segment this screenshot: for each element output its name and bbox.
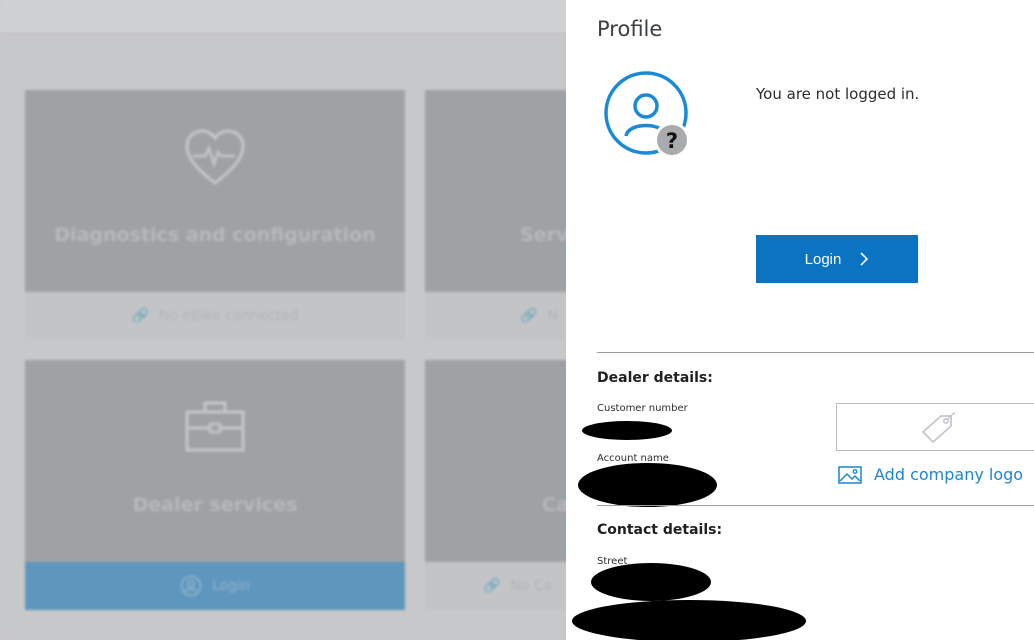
profile-panel: Profile ? You are not logged in. Login D… [566, 0, 1034, 640]
section-divider [597, 352, 1034, 353]
customer-number-label: Customer number [597, 403, 688, 414]
section-divider [597, 505, 1034, 506]
tile-dealer-services: Dealer services [25, 360, 405, 562]
heart-pulse-icon [185, 129, 245, 185]
tile-label: Dealer services [132, 494, 298, 516]
add-company-logo-label: Add company logo [874, 465, 1024, 484]
user-icon [180, 575, 202, 597]
svg-text:?: ? [666, 129, 678, 153]
tile-footer-status: 🔗 No eBike connected [25, 292, 405, 340]
login-button-label: Login [804, 250, 842, 268]
tile-footer-text: No Ca [510, 578, 553, 594]
image-icon [838, 465, 862, 484]
redacted-customer-number [582, 421, 672, 440]
brand-tag-icon [921, 412, 955, 443]
link-icon: 🔗 [131, 308, 149, 324]
login-button[interactable]: Login [756, 235, 918, 283]
contact-details-heading: Contact details: [597, 522, 723, 538]
tile-footer-text: No eBike connected [158, 308, 299, 324]
redacted-street [591, 563, 711, 601]
link-icon: 🔗 [520, 308, 538, 324]
redacted-account-name [578, 463, 717, 507]
unknown-user-icon: ? [604, 71, 690, 158]
tile-diagnostics: Diagnostics and configuration [25, 90, 405, 292]
dealer-details-heading: Dealer details: [597, 370, 713, 386]
link-icon: 🔗 [483, 578, 501, 594]
company-logo-placeholder [836, 403, 1034, 451]
login-status-text: You are not logged in. [756, 85, 920, 103]
tile-label: Diagnostics and configuration [54, 224, 376, 246]
briefcase-icon [185, 401, 245, 452]
redacted-address [572, 600, 806, 640]
chevron-right-icon [860, 252, 869, 266]
tile-footer-text: N [547, 308, 558, 324]
tile-footer-text: Login [212, 578, 250, 594]
tile-footer-login: Login [25, 562, 405, 610]
add-company-logo-link[interactable]: Add company logo [838, 465, 1023, 484]
panel-title: Profile [597, 17, 663, 41]
